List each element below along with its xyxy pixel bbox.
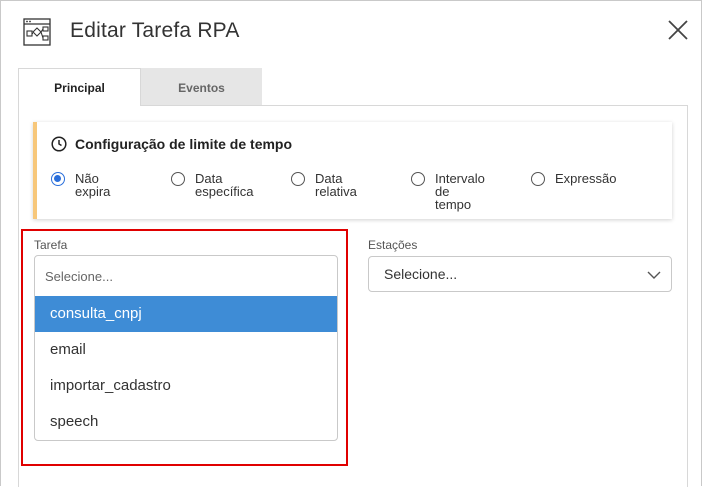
radio-button[interactable] — [531, 172, 545, 186]
dialog-title: Editar Tarefa RPA — [70, 19, 240, 42]
radio-label: Intervalo de tempo — [435, 171, 485, 212]
radio-label: Não expira — [75, 171, 111, 199]
estacoes-select[interactable]: Selecione... — [368, 256, 672, 292]
radio-label: Data específica — [195, 171, 254, 199]
workflow-diagram-icon — [23, 18, 51, 46]
radio-button[interactable] — [51, 172, 65, 186]
timeout-config-title: Configuração de limite de tempo — [75, 136, 293, 152]
radio-button[interactable] — [411, 172, 425, 186]
clock-icon — [51, 136, 67, 152]
tab-eventos[interactable]: Eventos — [141, 68, 262, 106]
radio-label: Expressão — [555, 171, 617, 186]
radio-label: Data relativa — [315, 171, 357, 199]
chevron-down-icon — [647, 271, 661, 279]
tab-principal[interactable]: Principal — [18, 68, 141, 106]
radio-button[interactable] — [291, 172, 305, 186]
estacoes-label: Estações — [368, 238, 418, 252]
dialog-header: Editar Tarefa RPA — [1, 1, 703, 65]
close-icon[interactable] — [665, 17, 691, 43]
annotation-highlight-box — [21, 229, 348, 466]
edit-rpa-task-dialog: Editar Tarefa RPA Principal Eventos Conf… — [0, 0, 703, 487]
timeout-config-card: Configuração de limite de tempo Não expi… — [33, 122, 672, 219]
estacoes-selected-value: Selecione... — [384, 266, 458, 282]
radio-button[interactable] — [171, 172, 185, 186]
